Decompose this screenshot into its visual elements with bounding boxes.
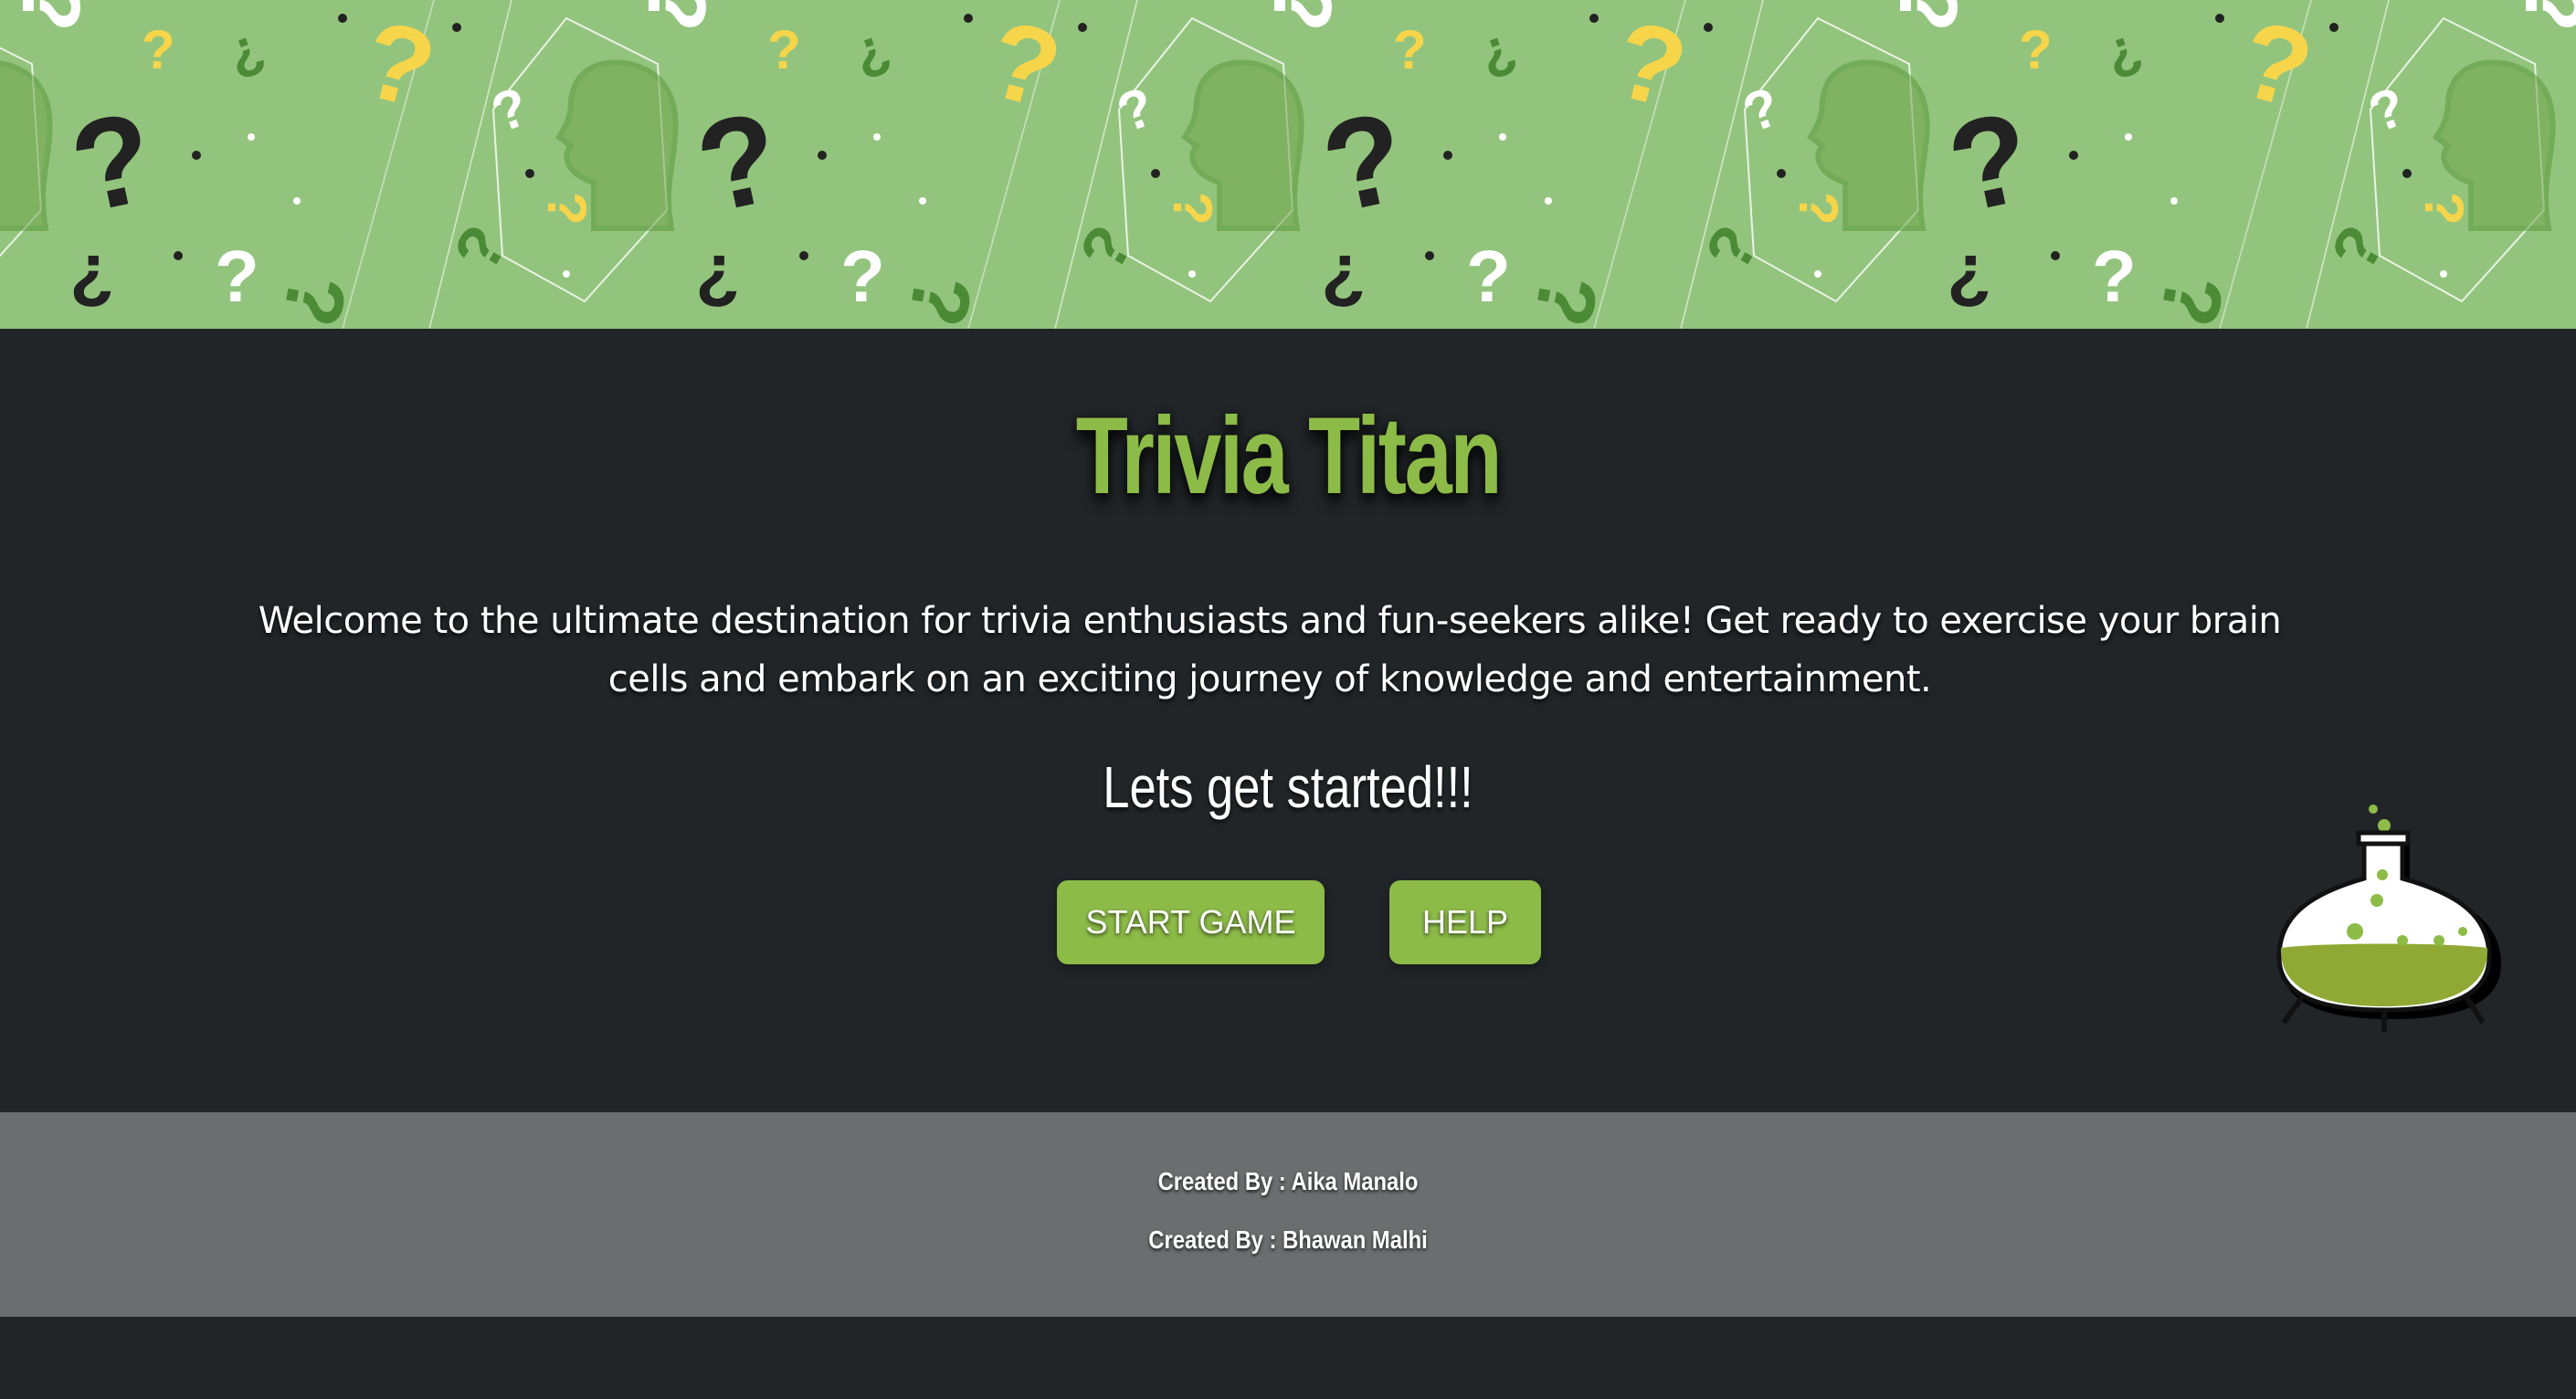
page-title: Trivia Titan xyxy=(1075,394,1503,517)
header-banner: ? ? ? ? ? ? ? ? ? ? ? xyxy=(0,0,2576,329)
credit-aika: Created By : Aika Manalo xyxy=(1157,1167,1419,1195)
main-section: Trivia Titan Welcome to the ultimate des… xyxy=(0,329,2576,1112)
question-head-pattern: ? ? ? ? ? ? ? ? ? ? ? xyxy=(0,0,2576,329)
bottom-strip xyxy=(0,1317,2576,1399)
potion-flask-icon xyxy=(2265,794,2512,1036)
start-game-button[interactable]: START GAME xyxy=(1057,880,1325,964)
lets-get-started-text: Lets get started!!! xyxy=(1103,754,1473,820)
help-button[interactable]: HELP xyxy=(1389,880,1541,964)
welcome-text: Welcome to the ultimate destination for … xyxy=(258,600,2282,700)
credit-bhawan: Created By : Bhawan Malhi xyxy=(1148,1225,1428,1254)
footer: Created By : Aika Manalo Created By : Bh… xyxy=(0,1112,2576,1317)
